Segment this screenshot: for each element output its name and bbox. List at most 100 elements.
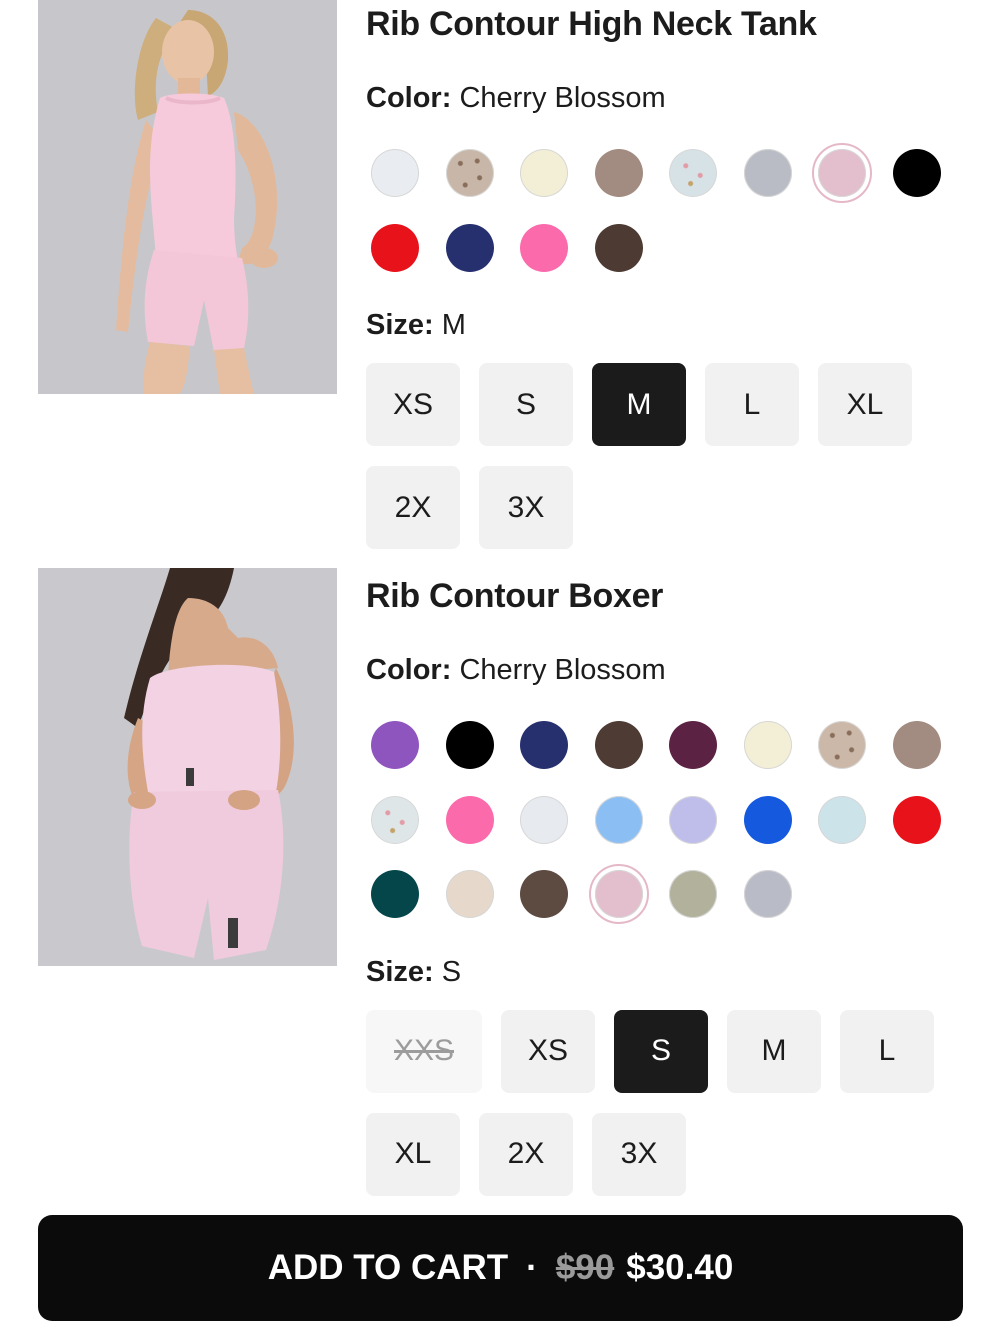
color-swatch-dot <box>520 223 569 272</box>
color-swatch-hot-pink[interactable] <box>433 783 508 858</box>
size-button-2x[interactable]: 2X <box>366 466 460 549</box>
color-swatch-dot <box>520 795 569 844</box>
size-button-xxs[interactable]: XXS <box>366 1009 482 1093</box>
color-swatch-cream[interactable] <box>507 136 582 211</box>
size-button-xl[interactable]: XL <box>818 363 912 446</box>
color-swatch-dot <box>445 149 494 198</box>
color-swatch-dot <box>445 795 494 844</box>
color-swatch-hot-pink[interactable] <box>507 211 582 286</box>
color-swatch-dot <box>445 721 494 770</box>
size-button-3x[interactable]: 3X <box>479 466 573 549</box>
color-swatch-plum[interactable] <box>656 708 731 783</box>
color-swatch-white[interactable] <box>358 136 433 211</box>
color-swatch-sky-blue[interactable] <box>582 783 657 858</box>
color-swatch-mocha[interactable] <box>582 136 657 211</box>
size-button-m[interactable]: M <box>727 1009 821 1093</box>
color-swatch-sage[interactable] <box>656 857 731 932</box>
size-button-2x[interactable]: 2X <box>479 1112 573 1196</box>
size-button-m[interactable]: M <box>592 363 686 446</box>
color-swatch-dot <box>743 721 792 770</box>
color-swatch-white[interactable] <box>507 783 582 858</box>
color-swatch-dot <box>371 795 420 844</box>
color-swatch-pale-blue[interactable] <box>805 783 880 858</box>
product-card-tank: Rib Contour High Neck Tank Color: Cherry… <box>0 0 1000 560</box>
color-swatch-leopard[interactable] <box>805 708 880 783</box>
color-option-label: Color: Cherry Blossom <box>366 652 966 688</box>
size-button-s[interactable]: S <box>479 363 573 446</box>
color-swatch-dot <box>520 149 569 198</box>
color-swatch-group <box>358 708 958 932</box>
color-swatch-purple[interactable] <box>358 708 433 783</box>
price-separator: · <box>526 1248 538 1287</box>
product-image-tank[interactable] <box>38 0 337 394</box>
size-button-group: XS S M L XL 2X 3X <box>366 363 966 549</box>
color-swatch-dot <box>594 223 643 272</box>
color-swatch-forest-green[interactable] <box>358 857 433 932</box>
color-swatch-royal-blue[interactable] <box>731 783 806 858</box>
selected-swatch-ring <box>812 143 873 204</box>
size-label-value: S <box>441 955 462 988</box>
size-button-l[interactable]: L <box>705 363 799 446</box>
color-swatch-lavender[interactable] <box>656 783 731 858</box>
size-button-s[interactable]: S <box>614 1009 708 1093</box>
color-label-value: Cherry Blossom <box>459 82 666 114</box>
model-photo-tank <box>38 0 337 394</box>
sale-price: $30.40 <box>626 1248 734 1287</box>
color-swatch-group <box>358 136 958 285</box>
color-swatch-brown[interactable] <box>507 857 582 932</box>
color-swatch-black[interactable] <box>433 708 508 783</box>
color-swatch-dot <box>594 870 643 919</box>
color-swatch-dot <box>371 721 420 770</box>
size-option-label: Size: S <box>366 954 966 990</box>
size-label-key: Size: <box>366 309 434 341</box>
size-button-3x[interactable]: 3X <box>592 1112 686 1196</box>
original-price: $90 <box>555 1248 615 1287</box>
color-swatch-dot <box>371 149 420 198</box>
color-swatch-navy[interactable] <box>507 708 582 783</box>
size-button-xs[interactable]: XS <box>501 1009 595 1093</box>
size-button-group: XXS XS S M L XL 2X 3X <box>366 1009 966 1196</box>
color-swatch-dot <box>669 795 718 844</box>
color-swatch-dot <box>892 149 941 198</box>
color-swatch-floral-print[interactable] <box>656 136 731 211</box>
product-details-boxer: Rib Contour Boxer Color: Cherry Blossom … <box>366 568 966 1196</box>
color-swatch-sand[interactable] <box>433 857 508 932</box>
size-button-l[interactable]: L <box>840 1009 934 1093</box>
color-swatch-dot <box>818 721 867 770</box>
product-image-boxer[interactable] <box>38 568 337 966</box>
color-swatch-grey[interactable] <box>731 136 806 211</box>
color-option-label: Color: Cherry Blossom <box>366 80 966 116</box>
color-swatch-black[interactable] <box>880 136 955 211</box>
color-swatch-chocolate[interactable] <box>582 708 657 783</box>
product-card-boxer: Rib Contour Boxer Color: Cherry Blossom … <box>0 568 1000 1198</box>
color-swatch-dot <box>743 149 792 198</box>
color-swatch-chocolate[interactable] <box>582 211 657 286</box>
color-swatch-dot <box>371 870 420 919</box>
product-title: Rib Contour Boxer <box>366 577 664 615</box>
color-label-key: Color: <box>366 82 452 114</box>
color-swatch-mocha[interactable] <box>880 708 955 783</box>
color-swatch-dot <box>520 870 569 919</box>
color-swatch-dot <box>669 149 718 198</box>
color-swatch-grey[interactable] <box>731 857 806 932</box>
color-swatch-navy[interactable] <box>433 211 508 286</box>
color-swatch-red[interactable] <box>880 783 955 858</box>
size-button-xl[interactable]: XL <box>366 1112 460 1196</box>
color-swatch-floral-print[interactable] <box>358 783 433 858</box>
model-photo-boxer <box>38 568 337 966</box>
color-swatch-cream[interactable] <box>731 708 806 783</box>
size-label-value: M <box>441 309 466 341</box>
color-swatch-red[interactable] <box>358 211 433 286</box>
color-swatch-leopard[interactable] <box>433 136 508 211</box>
color-swatch-dot <box>743 870 792 919</box>
color-swatch-cherry-blossom[interactable] <box>582 857 657 932</box>
add-to-cart-label: ADD TO CART <box>267 1248 509 1287</box>
size-button-xs[interactable]: XS <box>366 363 460 446</box>
add-to-cart-button[interactable]: ADD TO CART · $90 $30.40 <box>38 1215 963 1321</box>
color-swatch-dot <box>371 223 420 272</box>
selected-swatch-ring <box>588 864 649 925</box>
color-swatch-cherry-blossom[interactable] <box>805 136 880 211</box>
color-swatch-dot <box>594 721 643 770</box>
size-option-label: Size: M <box>366 307 966 343</box>
color-swatch-dot <box>594 795 643 844</box>
